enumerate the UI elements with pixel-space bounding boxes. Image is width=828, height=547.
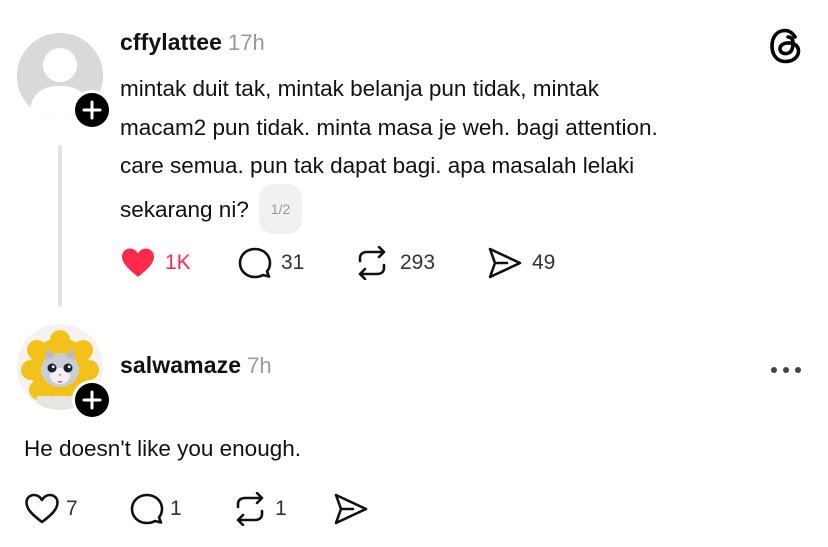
username[interactable]: salwamaze (120, 352, 241, 378)
share-button[interactable] (333, 492, 369, 526)
comment-count: 1 (170, 497, 182, 520)
heart-icon (25, 493, 59, 524)
share-button[interactable]: 49 (487, 246, 555, 280)
reply-time: 7h (247, 353, 272, 378)
page-indicator: 1/2 (258, 183, 303, 234)
more-options-button[interactable] (768, 362, 804, 380)
comment-button[interactable]: 1 (130, 493, 182, 525)
comment-button[interactable]: 31 (238, 247, 304, 279)
repost-icon (358, 246, 386, 280)
repost-count: 293 (400, 251, 436, 274)
post-text-line: macam2 pun tidak. minta masa je weh. bag… (120, 114, 658, 140)
more-icon (771, 367, 801, 373)
reply-header: salwamaze 7h (120, 352, 272, 379)
comment-icon (130, 493, 164, 525)
send-icon (334, 493, 368, 525)
like-count: 7 (66, 497, 78, 520)
post-header: cffylattee 17h (120, 29, 265, 56)
like-button[interactable]: 7 (24, 493, 78, 525)
reply-text: He doesn't like you enough. (24, 436, 301, 461)
plus-icon (82, 390, 102, 410)
threads-logo-icon[interactable] (768, 27, 804, 70)
post-text-line: mintak duit tak, mintak belanja pun tida… (120, 76, 599, 101)
follow-plus-button[interactable] (72, 380, 112, 420)
post-text-line: sekarang ni? 1/2 (120, 183, 810, 237)
like-count: 1K (165, 251, 191, 274)
repost-button[interactable]: 1 (231, 492, 287, 526)
thread-line (58, 145, 62, 307)
like-button[interactable]: 1K (120, 247, 191, 279)
send-icon (488, 247, 522, 279)
comment-count: 31 (281, 251, 305, 274)
username[interactable]: cffylattee (120, 29, 222, 55)
repost-count: 1 (275, 497, 287, 520)
follow-plus-button[interactable] (72, 90, 112, 130)
post-text: mintak duit tak, mintak belanja pun tida… (120, 70, 810, 236)
share-count: 49 (532, 251, 556, 274)
post-time: 17h (227, 30, 265, 55)
comment-icon (238, 247, 272, 279)
post-text-line: care semua. pun tak dapat bagi. apa masa… (120, 153, 635, 178)
repost-button[interactable]: 293 (353, 246, 435, 280)
repost-icon (236, 492, 264, 526)
heart-filled-icon (122, 248, 154, 277)
plus-icon (82, 100, 102, 120)
